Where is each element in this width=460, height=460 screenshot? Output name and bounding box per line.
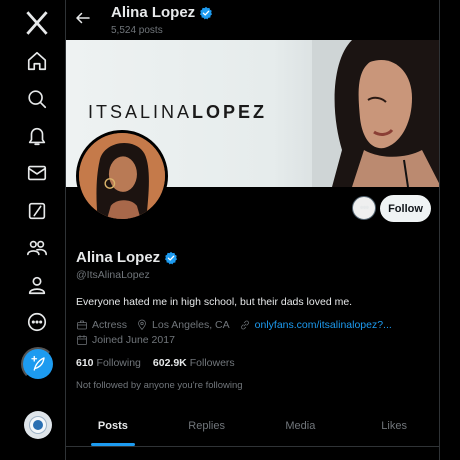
post-count: 5,524 posts	[111, 25, 163, 36]
category-item: Actress	[76, 319, 127, 331]
profile-bio: Everyone hated me in high school, but th…	[76, 296, 353, 308]
link-icon	[239, 319, 251, 331]
followers-link[interactable]: 602.9K Followers	[153, 357, 235, 369]
compose-post-button[interactable]	[21, 347, 55, 381]
avatar-photo	[79, 133, 165, 219]
account-avatar[interactable]	[24, 411, 52, 439]
profile-avatar[interactable]	[76, 130, 168, 222]
home-icon[interactable]	[24, 48, 50, 74]
following-link[interactable]: 610 Following	[76, 357, 141, 369]
tab-media[interactable]: Media	[254, 405, 348, 446]
profile-display-name: Alina Lopez	[76, 249, 161, 266]
banner-text-bold: LOPEZ	[192, 102, 268, 122]
more-circle-icon[interactable]	[24, 309, 50, 335]
tab-likes[interactable]: Likes	[347, 405, 439, 446]
followers-count: 602.9K	[152, 357, 187, 369]
arrow-left-icon	[74, 12, 92, 31]
search-icon[interactable]	[24, 86, 50, 112]
profile-meta: Actress Los Angeles, CA onlyfans.com/its…	[76, 319, 401, 331]
profile-icon[interactable]	[24, 272, 50, 298]
verified-badge-icon[interactable]	[164, 251, 178, 265]
profile-header: Alina Lopez 5,524 posts	[66, 0, 439, 40]
banner-text: ITSALINALOPEZ	[88, 102, 267, 123]
location-pin-icon	[136, 319, 148, 331]
banner-text-light: ITSALINA	[88, 102, 193, 122]
briefcase-icon	[76, 319, 88, 331]
location-item: Los Angeles, CA	[136, 319, 230, 331]
bell-icon[interactable]	[24, 123, 50, 149]
banner-photo	[312, 40, 439, 187]
profile-handle: @ItsAlinaLopez	[76, 269, 150, 281]
communities-icon[interactable]	[24, 235, 50, 261]
follow-button[interactable]: Follow	[380, 195, 431, 222]
profile-tabs: Posts Replies Media Likes	[66, 405, 439, 447]
header-title: Alina Lopez	[111, 4, 213, 21]
profile-joined: Joined June 2017	[92, 334, 175, 346]
sidebar-nav	[0, 0, 65, 460]
following-label: Following	[96, 357, 141, 369]
following-count: 610	[76, 357, 94, 369]
tab-posts[interactable]: Posts	[66, 405, 160, 446]
calendar-icon	[76, 334, 88, 346]
feather-plus-icon	[29, 355, 47, 373]
profile-website-link[interactable]: onlyfans.com/itsalinalopez?...	[255, 319, 392, 331]
profile-location: Los Angeles, CA	[152, 319, 230, 331]
website-item[interactable]: onlyfans.com/itsalinalopez?...	[239, 319, 392, 331]
tab-replies[interactable]: Replies	[160, 405, 254, 446]
more-options-button[interactable]: •••	[352, 196, 376, 220]
x-logo-icon[interactable]	[22, 8, 52, 38]
grok-icon[interactable]	[24, 198, 50, 224]
mail-icon[interactable]	[24, 160, 50, 186]
profile-column: Alina Lopez 5,524 posts ITSALINALOPEZ ••	[65, 0, 440, 460]
followed-by-note: Not followed by anyone you're following	[76, 380, 243, 391]
joined-item: Joined June 2017	[76, 334, 175, 346]
back-button[interactable]	[74, 9, 94, 29]
header-name: Alina Lopez	[111, 4, 196, 21]
profile-category: Actress	[92, 319, 128, 331]
followers-label: Followers	[189, 357, 235, 369]
verified-badge-icon	[199, 6, 213, 20]
profile-name: Alina Lopez	[76, 249, 178, 266]
follow-stats: 610 Following 602.9K Followers	[76, 357, 235, 369]
